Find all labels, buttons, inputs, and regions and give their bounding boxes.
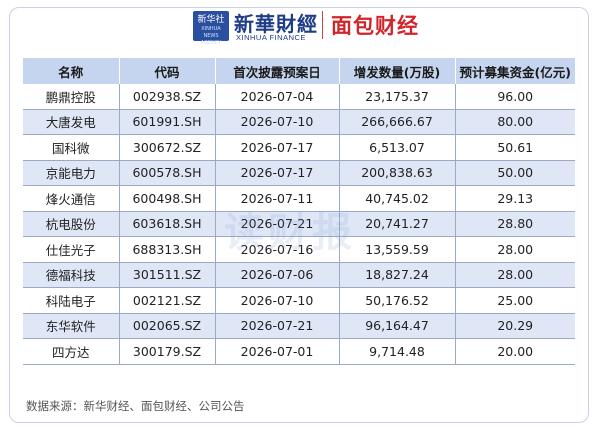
table-cell: 50.00 <box>454 160 575 186</box>
table-cell: 四方达 <box>23 338 119 365</box>
table-cell: 300179.SZ <box>118 338 215 365</box>
table-cell: 96.00 <box>454 84 575 110</box>
table-row: 德福科技 301511.SZ 2026-07-06 18,827.24 28.00 <box>23 262 575 288</box>
table-cell: 2026-07-17 <box>214 134 339 161</box>
table-cell: 28.80 <box>454 211 575 237</box>
data-source-note: 数据来源：新华财经、面包财经、公司公告 <box>26 399 245 413</box>
table-cell: 9,714.48 <box>338 338 455 365</box>
table-cell: 002065.SZ <box>118 313 215 339</box>
table-cell: 烽火通信 <box>23 185 119 212</box>
table-cell: 20,741.27 <box>338 211 455 237</box>
table-cell: 鹏鼎控股 <box>23 84 119 110</box>
table-cell: 50.61 <box>454 134 575 161</box>
table-cell: 300672.SZ <box>118 134 215 161</box>
table-cell: 600498.SH <box>118 185 215 212</box>
table-cell: 2026-07-21 <box>214 313 339 339</box>
table-row: 四方达 300179.SZ 2026-07-01 9,714.48 20.00 <box>23 338 575 365</box>
table-row: 烽火通信 600498.SH 2026-07-11 40,745.02 29.13 <box>23 185 575 212</box>
xinhua-badge-subtext: XINHUA NEWS AGENCY <box>200 26 222 46</box>
table-cell: 2026-07-17 <box>214 160 339 186</box>
table-cell: 大唐发电 <box>23 109 119 135</box>
table-row: 国科微 300672.SZ 2026-07-17 6,513.07 50.61 <box>23 134 575 161</box>
table-cell: 80.00 <box>454 109 575 135</box>
table-row: 东华软件 002065.SZ 2026-07-21 96,164.47 20.29 <box>23 313 575 339</box>
table-cell: 266,666.67 <box>338 109 455 135</box>
table-cell: 国科微 <box>23 134 119 161</box>
table-cell: 2026-07-04 <box>214 84 339 110</box>
table-cell: 23,175.37 <box>338 84 455 110</box>
column-header: 名称 <box>23 58 119 84</box>
table-cell: 20.29 <box>454 313 575 339</box>
table-cell: 28.00 <box>454 262 575 288</box>
table-cell: 2026-07-10 <box>214 287 339 314</box>
table-cell: 002121.SZ <box>118 287 215 314</box>
table-cell: 科陆电子 <box>23 287 119 314</box>
table-body: 鹏鼎控股 002938.SZ 2026-07-04 23,175.37 96.00 大唐发… <box>23 84 575 365</box>
table-cell: 50,176.52 <box>338 287 455 314</box>
logo-separator <box>322 11 323 39</box>
table-row: 仕佳光子 688313.SH 2026-07-16 13,559.59 28.00 <box>23 236 575 263</box>
table-cell: 18,827.24 <box>338 262 455 288</box>
table-header-row: 名称 代码 首次披露预案日 增发数量(万股) 预计募集资金(亿元) <box>23 58 575 84</box>
table-cell: 603618.SH <box>118 211 215 237</box>
table-cell: 杭电股份 <box>23 211 119 237</box>
table-cell: 28.00 <box>454 236 575 263</box>
table-cell: 20.00 <box>454 338 575 365</box>
table-cell: 40,745.02 <box>338 185 455 212</box>
table-cell: 2026-07-01 <box>214 338 339 365</box>
table-row: 杭电股份 603618.SH 2026-07-21 20,741.27 28.80 <box>23 211 575 237</box>
table-cell: 德福科技 <box>23 262 119 288</box>
header: 新华社 XINHUA NEWS AGENCY 新華財經 XINHUA FINAN… <box>0 0 600 50</box>
column-header: 预计募集资金(亿元) <box>454 58 575 84</box>
table-cell: 6,513.07 <box>338 134 455 161</box>
table-cell: 京能电力 <box>23 160 119 186</box>
table-cell: 200,838.63 <box>338 160 455 186</box>
placement-table: 名称 代码 首次披露预案日 增发数量(万股) 预计募集资金(亿元) 鹏鼎控股 002938… <box>23 58 575 365</box>
mianbao-finance-logo: 面包财经 <box>331 14 419 38</box>
xinhua-badge-logo: 新华社 XINHUA NEWS AGENCY <box>193 11 229 46</box>
table-cell: 2026-07-11 <box>214 185 339 212</box>
table-cell: 2026-07-06 <box>214 262 339 288</box>
table-row: 大唐发电 601991.SH 2026-07-10 266,666.67 80.00 <box>23 109 575 135</box>
table-cell: 仕佳光子 <box>23 236 119 263</box>
table-row: 鹏鼎控股 002938.SZ 2026-07-04 23,175.37 96.00 <box>23 84 575 110</box>
table-cell: 2026-07-21 <box>214 211 339 237</box>
table-cell: 96,164.47 <box>338 313 455 339</box>
xinhua-badge-text: 新华社 <box>197 15 225 25</box>
table-cell: 2026-07-16 <box>214 236 339 263</box>
column-header: 增发数量(万股) <box>338 58 455 84</box>
table-cell: 东华软件 <box>23 313 119 339</box>
table-row: 科陆电子 002121.SZ 2026-07-10 50,176.52 25.00 <box>23 287 575 314</box>
table-cell: 600578.SH <box>118 160 215 186</box>
xinhua-finance-english: XINHUA FINANCE <box>236 33 306 42</box>
table-cell: 2026-07-10 <box>214 109 339 135</box>
table-cell: 13,559.59 <box>338 236 455 263</box>
column-header: 代码 <box>118 58 215 84</box>
table-cell: 29.13 <box>454 185 575 212</box>
table-cell: 25.00 <box>454 287 575 314</box>
table-cell: 688313.SH <box>118 236 215 263</box>
column-header: 首次披露预案日 <box>214 58 339 84</box>
table-cell: 002938.SZ <box>118 84 215 110</box>
table-cell: 601991.SH <box>118 109 215 135</box>
table-row: 京能电力 600578.SH 2026-07-17 200,838.63 50.00 <box>23 160 575 186</box>
table-cell: 301511.SZ <box>118 262 215 288</box>
